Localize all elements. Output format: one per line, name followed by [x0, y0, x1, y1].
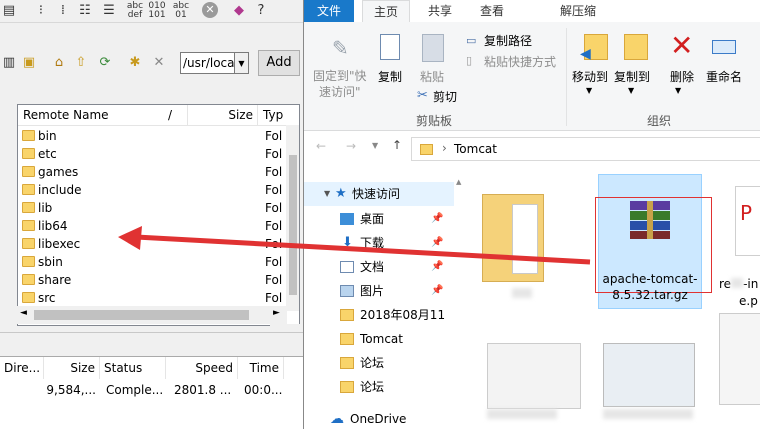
- annotation-arrow: [118, 226, 591, 265]
- arrow-line: [135, 234, 591, 265]
- arrow-head: [118, 226, 142, 250]
